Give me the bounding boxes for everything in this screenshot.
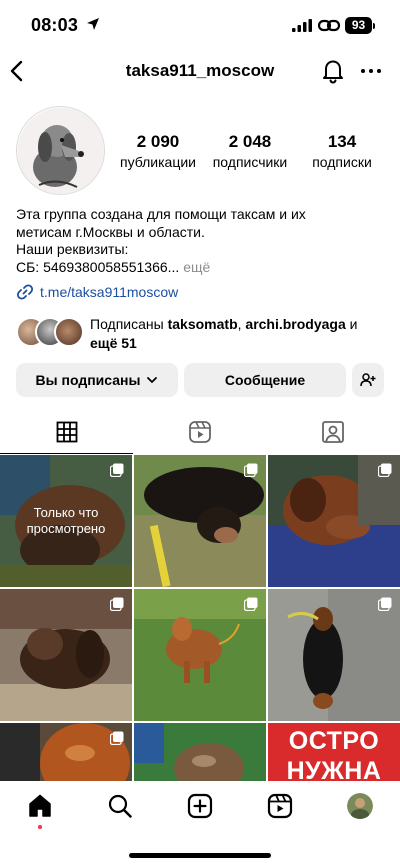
carousel-icon — [244, 597, 258, 611]
carousel-icon — [244, 463, 258, 477]
post-thumbnail[interactable] — [268, 589, 400, 721]
posts-grid: Только что просмотрено ОСТРО НУЖНА — [0, 455, 400, 781]
home-icon[interactable] — [27, 793, 53, 819]
followed-and: и — [345, 316, 358, 332]
stat-label: подписчики — [212, 154, 288, 170]
viewed-label: просмотрено — [26, 521, 106, 536]
profile-avatar[interactable] — [347, 793, 373, 819]
post-image — [134, 723, 266, 781]
stat-following[interactable]: 134 подписки — [297, 132, 387, 170]
post-thumbnail[interactable] — [0, 723, 132, 781]
top-nav: taksa911_moscow — [0, 54, 400, 90]
bio-line: СБ: 5469380058551366... ещё — [16, 259, 386, 277]
followed-user[interactable]: archi.brodyaga — [245, 316, 345, 332]
post-thumbnail[interactable] — [0, 589, 132, 721]
followed-user[interactable]: taksomatb — [168, 316, 238, 332]
battery-tip — [373, 23, 375, 29]
chevron-down-icon — [147, 377, 158, 383]
create-icon[interactable] — [187, 793, 213, 819]
urgent-banner-text: ОСТРО НУЖНА — [268, 726, 400, 781]
bell-icon[interactable] — [321, 58, 345, 84]
bottom-nav — [0, 781, 400, 833]
stat-value: 134 — [327, 132, 357, 151]
tab-posts[interactable] — [0, 410, 133, 454]
stat-label: подписки — [312, 154, 372, 170]
follower-avatars — [16, 317, 84, 347]
status-time: 08:03 — [31, 15, 79, 35]
profile-avatar[interactable] — [16, 106, 105, 195]
reels-icon — [188, 421, 211, 443]
profile-link[interactable]: t.me/taksa911moscow — [16, 283, 178, 301]
carousel-icon — [110, 597, 124, 611]
dachshund-sketch-image — [17, 107, 104, 194]
following-button[interactable]: Вы подписаны — [16, 363, 178, 397]
banner-line: НУЖНА — [286, 757, 382, 781]
bio-line: Эта группа создана для помощи таксам и и… — [16, 206, 306, 222]
post-thumbnail[interactable] — [134, 589, 266, 721]
profile-actions: Вы подписаны Сообщение — [16, 363, 384, 397]
followed-by-text: Подписаны taksomatb, archi.brodyaga и ещё… — [90, 315, 390, 353]
bio-account-number: СБ: 5469380058551366... — [16, 258, 180, 275]
battery-icon: 93 — [345, 17, 372, 34]
message-label: Сообщение — [224, 372, 306, 388]
personal-hotspot-icon — [318, 19, 340, 32]
stat-followers[interactable]: 2 048 подписчики — [205, 132, 295, 170]
stat-value: 2 048 — [228, 132, 272, 151]
bio-line: метисам г.Москвы и области. — [16, 223, 205, 240]
stat-posts[interactable]: 2 090 публикации — [113, 132, 203, 170]
followed-by[interactable]: Подписаны taksomatb, archi.brodyaga и ещё… — [16, 315, 386, 351]
location-arrow-icon — [87, 18, 99, 30]
carousel-icon — [110, 731, 124, 745]
bio-line: Наши реквизиты: — [16, 241, 129, 257]
status-bar: 08:03 93 — [0, 0, 400, 54]
add-person-icon — [360, 373, 376, 387]
profile-link-text: t.me/taksa911moscow — [40, 284, 179, 300]
carousel-icon — [378, 463, 392, 477]
post-thumbnail[interactable]: Только что просмотрено — [0, 455, 132, 587]
stat-label: публикации — [120, 154, 196, 170]
notification-dot — [38, 825, 42, 829]
post-thumbnail[interactable]: ОСТРО НУЖНА — [268, 723, 400, 781]
stat-value: 2 090 — [136, 132, 180, 151]
grid-icon — [56, 421, 77, 442]
following-label: Вы подписаны — [35, 372, 141, 388]
follower-avatar — [54, 317, 84, 347]
search-icon[interactable] — [107, 793, 133, 819]
viewed-label: Только что — [33, 505, 99, 520]
bio-more-link[interactable]: ещё — [179, 259, 210, 275]
post-thumbnail[interactable] — [134, 455, 266, 587]
tab-reels[interactable] — [133, 410, 266, 454]
post-thumbnail[interactable] — [268, 455, 400, 587]
home-indicator — [129, 853, 271, 858]
profile-bio: Эта группа создана для помощи таксам и и… — [16, 206, 386, 276]
banner-line: ОСТРО — [288, 727, 380, 755]
link-icon — [16, 284, 34, 300]
cellular-signal-icon — [292, 19, 312, 32]
followed-prefix: Подписаны — [90, 316, 168, 332]
suggested-users-button[interactable] — [352, 363, 384, 397]
profile-tabs — [0, 410, 400, 454]
carousel-icon — [378, 597, 392, 611]
followed-rest[interactable]: ещё 51 — [90, 335, 137, 351]
post-thumbnail[interactable] — [134, 723, 266, 781]
more-icon[interactable] — [359, 58, 383, 84]
tab-tagged[interactable] — [266, 410, 400, 454]
message-button[interactable]: Сообщение — [184, 363, 346, 397]
tagged-icon — [322, 421, 344, 443]
carousel-icon — [110, 463, 124, 477]
reels-icon[interactable] — [267, 793, 293, 819]
